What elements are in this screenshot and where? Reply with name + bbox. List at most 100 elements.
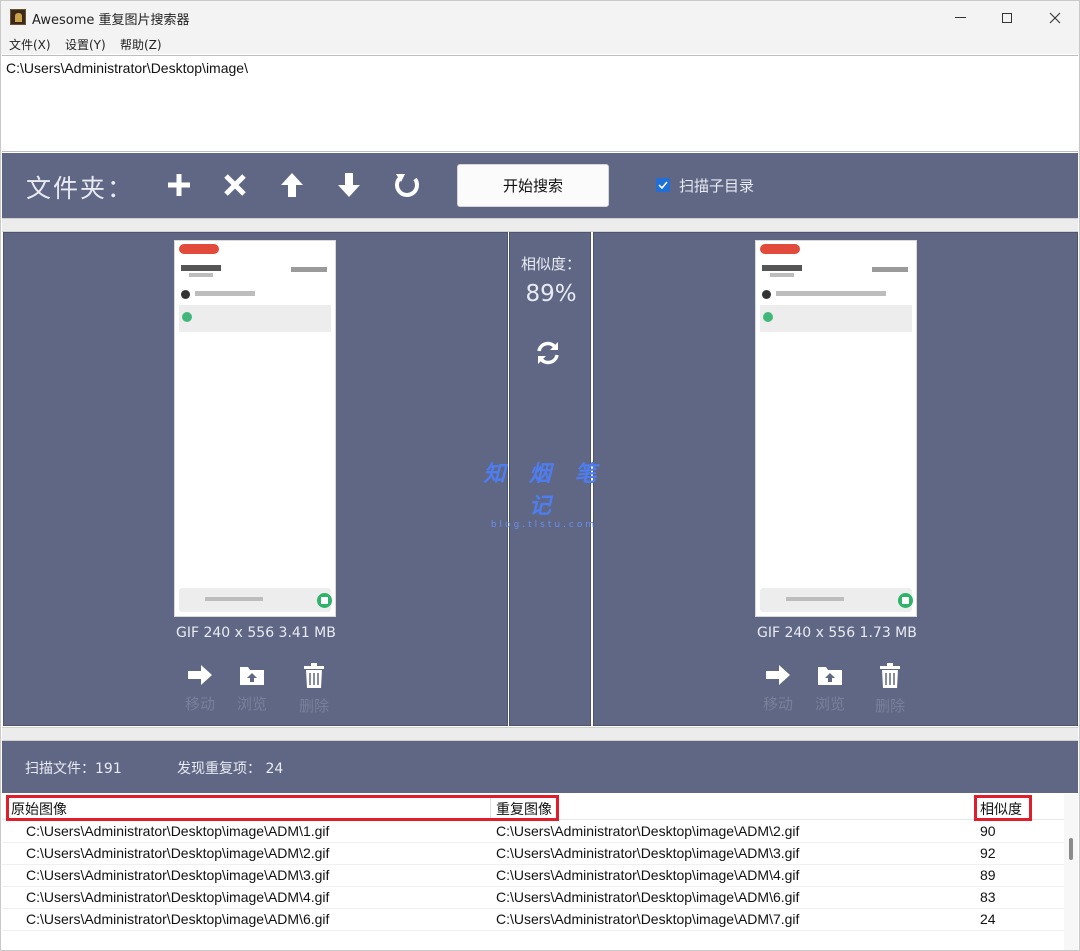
duplicates-found-count: 发现重复项： 24 xyxy=(177,761,284,777)
trash-icon xyxy=(304,663,324,688)
thumb-bot-icon xyxy=(763,312,773,322)
minimize-button[interactable] xyxy=(937,1,983,34)
thumb-status-bar xyxy=(179,244,329,255)
scanned-files-count: 扫描文件：191 xyxy=(25,761,122,777)
minimize-icon xyxy=(954,17,966,18)
arrow-right-icon xyxy=(766,665,790,685)
thumb-record-badge xyxy=(179,244,219,254)
thumb-send-icon xyxy=(898,593,913,608)
scan-subdirs-checkbox[interactable] xyxy=(656,178,670,192)
menu-file[interactable]: 文件(X) xyxy=(9,36,51,53)
table-scrollbar[interactable] xyxy=(1064,794,1078,950)
cell-duplicate: C:\Users\Administrator\Desktop\image\ADM… xyxy=(496,911,800,927)
start-search-button[interactable]: 开始搜索 xyxy=(457,164,609,207)
browse-label: 浏览 xyxy=(814,695,845,713)
remove-icon[interactable] xyxy=(221,171,249,199)
move-down-icon[interactable] xyxy=(335,171,363,199)
thumb-status-bar xyxy=(760,244,910,255)
thumb-input-text xyxy=(786,597,844,601)
thumb-avatar xyxy=(181,290,190,299)
cell-original: C:\Users\Administrator\Desktop\image\ADM… xyxy=(26,823,330,839)
thumb-header xyxy=(762,265,802,271)
menu-help[interactable]: 帮助(Z) xyxy=(120,36,162,53)
duplicate-preview-panel: GIF 240 x 556 1.73 MB 移动 浏览 删除 xyxy=(593,232,1078,726)
cell-similarity: 83 xyxy=(980,889,996,905)
menu-settings[interactable]: 设置(Y) xyxy=(65,36,106,53)
delete-duplicate-button[interactable]: 删除 xyxy=(870,663,910,716)
thumb-subheader xyxy=(770,273,794,277)
scan-stats-bar: 扫描文件：191 发现重复项： 24 xyxy=(2,741,1078,793)
move-label: 移动 xyxy=(762,695,793,713)
duplicate-image-info: GIF 240 x 556 1.73 MB xyxy=(757,625,917,641)
move-original-button[interactable]: 移动 xyxy=(180,663,220,714)
thumb-avatar xyxy=(762,290,771,299)
move-duplicate-button[interactable]: 移动 xyxy=(758,663,798,714)
move-up-icon[interactable] xyxy=(278,171,306,199)
similarity-value: 89% xyxy=(525,281,577,307)
cell-original: C:\Users\Administrator\Desktop\image\ADM… xyxy=(26,845,330,861)
thumb-header xyxy=(181,265,221,271)
table-row[interactable]: C:\Users\Administrator\Desktop\image\ADM… xyxy=(2,887,1064,909)
close-button[interactable] xyxy=(1032,1,1078,34)
folder-open-icon xyxy=(240,667,264,685)
refresh-icon[interactable] xyxy=(393,171,421,199)
table-row[interactable]: C:\Users\Administrator\Desktop\image\ADM… xyxy=(2,865,1064,887)
maximize-button[interactable] xyxy=(984,1,1030,34)
cell-original: C:\Users\Administrator\Desktop\image\ADM… xyxy=(26,889,330,905)
menu-bar: 文件(X) 设置(Y) 帮助(Z) xyxy=(1,34,1079,54)
window-title: Awesome 重复图片搜索器 xyxy=(32,13,190,28)
browse-original-button[interactable]: 浏览 xyxy=(232,663,272,714)
browse-duplicate-button[interactable]: 浏览 xyxy=(810,663,850,714)
cell-original: C:\Users\Administrator\Desktop\image\ADM… xyxy=(26,867,330,883)
table-row[interactable]: C:\Users\Administrator\Desktop\image\ADM… xyxy=(2,821,1064,843)
delete-original-button[interactable]: 删除 xyxy=(294,663,334,716)
scrollbar-thumb[interactable] xyxy=(1069,838,1073,860)
thumb-subheader xyxy=(189,273,213,277)
scan-subdirs-label[interactable]: 扫描子目录 xyxy=(679,175,754,196)
table-row[interactable]: C:\Users\Administrator\Desktop\image\ADM… xyxy=(2,843,1064,865)
maximize-icon xyxy=(1002,12,1012,23)
cell-similarity: 90 xyxy=(980,823,996,839)
cell-original: C:\Users\Administrator\Desktop\image\ADM… xyxy=(26,911,330,927)
thumb-header-right xyxy=(291,267,327,272)
cell-similarity: 24 xyxy=(980,911,996,927)
thumb-message xyxy=(195,291,255,296)
app-icon xyxy=(10,9,26,25)
cell-duplicate: C:\Users\Administrator\Desktop\image\ADM… xyxy=(496,867,800,883)
original-image-info: GIF 240 x 556 3.41 MB xyxy=(176,625,336,641)
thumb-header-right xyxy=(872,267,908,272)
cell-duplicate: C:\Users\Administrator\Desktop\image\ADM… xyxy=(496,845,800,861)
thumb-bot-icon xyxy=(182,312,192,322)
browse-label: 浏览 xyxy=(236,695,267,713)
check-icon xyxy=(658,181,668,190)
app-window: Awesome 重复图片搜索器 文件(X) 设置(Y) 帮助(Z) C:\Use… xyxy=(0,0,1080,951)
add-icon[interactable] xyxy=(165,171,193,199)
results-table: 原始图像 重复图像 相似度 C:\Users\Administrator\Des… xyxy=(2,794,1064,950)
swap-icon[interactable] xyxy=(534,339,562,367)
thumb-input-text xyxy=(205,597,263,601)
arrow-right-icon xyxy=(188,665,212,685)
table-row[interactable]: C:\Users\Administrator\Desktop\image\ADM… xyxy=(2,909,1064,931)
duplicate-image-thumbnail[interactable] xyxy=(755,240,917,617)
cell-similarity: 89 xyxy=(980,867,996,883)
cell-similarity: 92 xyxy=(980,845,996,861)
folder-open-icon xyxy=(818,667,842,685)
move-label: 移动 xyxy=(184,695,215,713)
highlight-box-paths xyxy=(6,795,559,821)
original-preview-panel: GIF 240 x 556 3.41 MB 移动 浏览 删除 xyxy=(3,232,508,726)
watermark-title: 知 烟 笔 记 xyxy=(483,462,605,519)
similarity-label: 相似度： xyxy=(520,255,581,273)
trash-icon xyxy=(880,663,900,688)
folder-list[interactable]: C:\Users\Administrator\Desktop\image\ xyxy=(2,55,1078,152)
folder-toolbar: 文件夹： 开始搜索 扫描子目录 xyxy=(2,153,1078,218)
separator xyxy=(2,218,1078,232)
cell-duplicate: C:\Users\Administrator\Desktop\image\ADM… xyxy=(496,889,800,905)
separator xyxy=(2,727,1078,741)
folder-label: 文件夹： xyxy=(26,174,135,203)
close-icon xyxy=(1049,12,1061,23)
watermark-url: blog.tlstu.com xyxy=(490,520,598,530)
folder-path[interactable]: C:\Users\Administrator\Desktop\image\ xyxy=(6,60,248,76)
original-image-thumbnail[interactable] xyxy=(174,240,336,617)
watermark: 知 烟 笔 记 blog.tlstu.com xyxy=(479,456,609,530)
title-bar: Awesome 重复图片搜索器 xyxy=(1,1,1079,34)
